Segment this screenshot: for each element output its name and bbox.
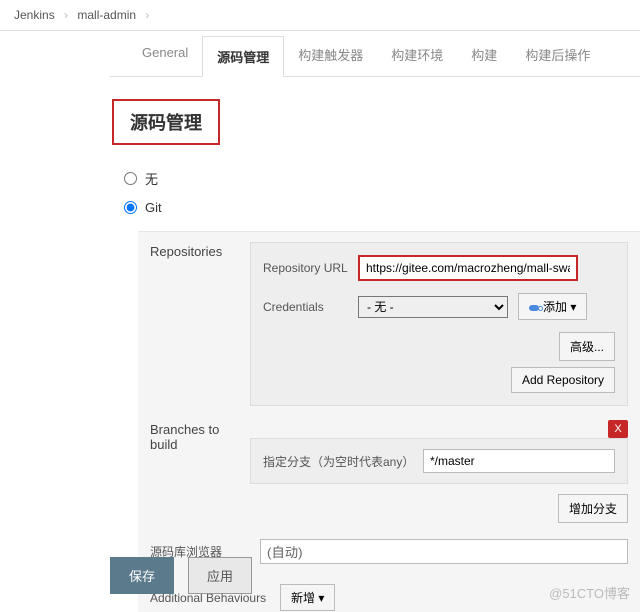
branches-label: Branches to build	[150, 420, 250, 523]
tab-triggers[interactable]: 构建触发器	[284, 35, 377, 76]
breadcrumb-item[interactable]: mall-admin	[77, 8, 136, 22]
section-title-scm: 源码管理	[112, 99, 220, 145]
browser-input[interactable]	[260, 539, 628, 564]
chevron-down-icon: ▾	[570, 300, 576, 314]
chevron-down-icon: ▾	[318, 591, 324, 605]
branch-spec-input[interactable]	[423, 449, 615, 473]
chevron-right-icon: ›	[145, 8, 149, 22]
add-branch-button[interactable]: 增加分支	[558, 494, 628, 523]
branch-spec-label: 指定分支（为空时代表any）	[263, 453, 423, 470]
key-icon	[529, 305, 539, 311]
chevron-right-icon: ›	[64, 8, 68, 22]
save-bar: 保存 应用	[110, 557, 252, 594]
add-credentials-button[interactable]: 添加 ▾	[518, 293, 587, 320]
repo-url-label: Repository URL	[263, 261, 358, 275]
git-config: Repositories Repository URL Credentials …	[138, 231, 640, 612]
tab-general[interactable]: General	[128, 35, 202, 76]
radio-git-label: Git	[145, 200, 162, 215]
breadcrumb: Jenkins › mall-admin ›	[0, 0, 640, 31]
save-button[interactable]: 保存	[110, 557, 174, 594]
tab-scm[interactable]: 源码管理	[202, 36, 284, 77]
add-behaviour-button[interactable]: 新增 ▾	[280, 584, 335, 611]
delete-branch-button[interactable]: X	[608, 420, 628, 438]
radio-none[interactable]	[124, 172, 137, 185]
add-repository-button[interactable]: Add Repository	[511, 367, 615, 393]
tab-env[interactable]: 构建环境	[377, 35, 457, 76]
radio-git[interactable]	[124, 201, 137, 214]
config-tabs: General 源码管理 构建触发器 构建环境 构建 构建后操作	[110, 35, 640, 77]
branch-panel: 指定分支（为空时代表any）	[250, 438, 628, 484]
credentials-label: Credentials	[263, 300, 358, 314]
repo-url-input[interactable]	[358, 255, 578, 281]
scm-option-git[interactable]: Git	[124, 194, 640, 221]
tab-post[interactable]: 构建后操作	[511, 35, 604, 76]
repository-panel: Repository URL Credentials - 无 - 添加 ▾	[250, 242, 628, 406]
scm-option-none[interactable]: 无	[124, 163, 640, 194]
radio-none-label: 无	[145, 169, 158, 188]
apply-button[interactable]: 应用	[188, 557, 252, 594]
tab-build[interactable]: 构建	[457, 35, 511, 76]
watermark: @51CTO博客	[549, 583, 630, 602]
scm-radio-group: 无 Git	[110, 163, 640, 221]
advanced-button[interactable]: 高级...	[559, 332, 615, 361]
repositories-label: Repositories	[150, 242, 250, 406]
credentials-select[interactable]: - 无 -	[358, 296, 508, 318]
breadcrumb-root[interactable]: Jenkins	[14, 8, 55, 22]
